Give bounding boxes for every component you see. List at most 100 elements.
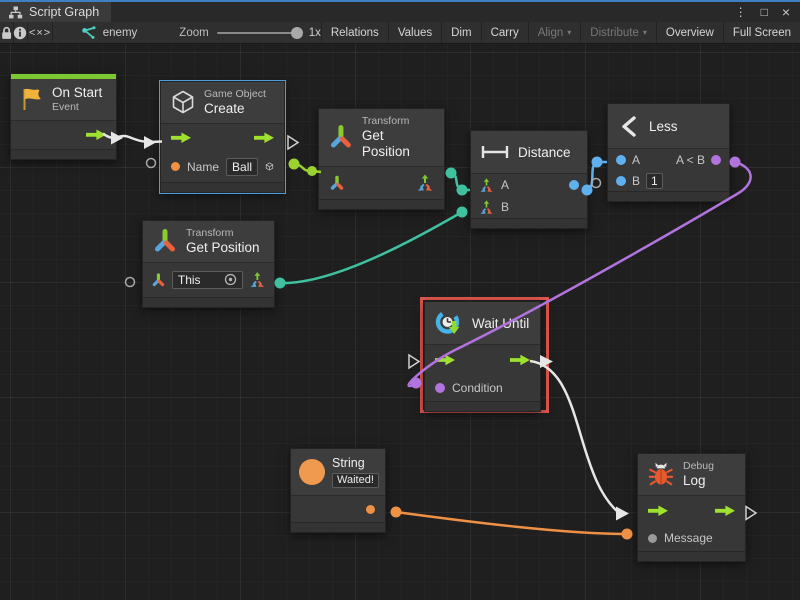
flow-input-port[interactable] [648, 505, 668, 517]
carry-button[interactable]: Carry [481, 22, 528, 43]
condition-input-port[interactable] [435, 383, 445, 393]
flow-input-port[interactable] [171, 132, 191, 144]
info-button[interactable] [13, 22, 27, 43]
flow-row [425, 345, 540, 375]
node-get-position-a[interactable]: Transform Get Position [318, 108, 445, 210]
transform-icon [152, 228, 178, 254]
flow-input-port[interactable] [435, 354, 455, 366]
graph-breadcrumb[interactable]: enemy [81, 22, 138, 43]
flow-output-port[interactable] [715, 505, 735, 517]
maximize-icon[interactable]: □ [761, 5, 768, 19]
wait-until-icon [434, 308, 464, 338]
graph-canvas[interactable]: On Start Event Game Object Create [0, 44, 800, 600]
unconnected-flow-marker[interactable] [288, 136, 298, 149]
wire-getpositionb-to-distance-b[interactable] [280, 212, 462, 283]
node-wait-until[interactable]: Wait Until Condition [424, 301, 541, 412]
node-header: Distance [471, 131, 587, 173]
result-output-port[interactable] [711, 155, 721, 165]
input-port-b[interactable] [616, 176, 626, 186]
position-output-port[interactable] [416, 174, 434, 192]
node-header: String Waited! [291, 449, 385, 495]
target-value: This [178, 273, 201, 287]
lock-icon [0, 26, 13, 40]
code-icon: <×> [29, 27, 51, 39]
message-input-port[interactable] [648, 534, 657, 543]
tab-script-graph[interactable]: Script Graph [0, 2, 111, 22]
node-get-position-b[interactable]: Transform Get Position This [142, 220, 275, 308]
values-button[interactable]: Values [388, 22, 441, 43]
vector-input-port-b[interactable] [479, 200, 494, 215]
node-on-start[interactable]: On Start Event [10, 73, 117, 160]
port-label: Condition [452, 381, 503, 395]
wire-string-to-debuglog-message[interactable] [396, 512, 627, 534]
unconnected-input-marker[interactable] [126, 278, 135, 287]
flow-output-port[interactable] [510, 354, 530, 366]
unconnected-flow-marker[interactable] [746, 507, 756, 520]
code-view-button[interactable]: <×> [28, 22, 53, 43]
port-label: A [632, 153, 640, 167]
flow-row [638, 496, 745, 526]
vector-input-port-a[interactable] [479, 178, 494, 193]
relations-button[interactable]: Relations [321, 22, 388, 43]
game-object-output-port[interactable] [265, 159, 274, 174]
close-icon[interactable]: × [782, 4, 790, 20]
port-label: Message [664, 531, 713, 545]
flow-output-port[interactable] [254, 132, 274, 144]
distance-output-port[interactable] [569, 180, 579, 190]
input-port-a[interactable] [616, 155, 626, 165]
node-string[interactable]: String Waited! [290, 448, 386, 533]
node-create[interactable]: Game Object Create Name Ball [160, 81, 285, 193]
value-row: B [471, 196, 587, 218]
zoom-slider[interactable] [217, 32, 301, 34]
string-output-port[interactable] [366, 505, 375, 514]
transform-input-port[interactable] [151, 272, 166, 288]
name-input-port[interactable] [171, 162, 180, 171]
string-value-field[interactable]: Waited! [332, 473, 379, 488]
flow-output-port[interactable] [86, 129, 106, 141]
lock-button[interactable] [0, 22, 13, 43]
unconnected-input-marker[interactable] [147, 159, 156, 168]
position-output-port[interactable] [249, 271, 266, 289]
wire-arrowhead [144, 136, 156, 149]
target-value-field[interactable]: This [172, 271, 243, 289]
node-footer [161, 182, 284, 192]
transform-input-port[interactable] [329, 175, 345, 191]
wire-getpositiona-to-distance-a[interactable] [451, 173, 470, 190]
less-than-icon [617, 114, 641, 138]
info-icon [13, 26, 27, 40]
script-graph-asset-icon [81, 25, 97, 40]
zoom-slider-handle[interactable] [291, 27, 303, 39]
value-row: B 1 [608, 170, 729, 191]
wire-endpoint [457, 207, 468, 218]
wire-endpoint [289, 159, 300, 170]
align-dropdown[interactable]: Align▾ [528, 22, 581, 43]
object-picker-icon[interactable] [224, 273, 237, 286]
wire-distance-to-less-a[interactable] [587, 162, 607, 190]
menu-icon[interactable]: ⋮ [735, 5, 747, 19]
wire-create-to-getposition[interactable] [294, 164, 321, 172]
node-distance[interactable]: Distance A [470, 130, 588, 229]
unconnected-input-marker[interactable] [592, 179, 601, 188]
wire-arrowhead [616, 507, 629, 521]
unconnected-flow-marker[interactable] [409, 355, 419, 368]
tab-title: Script Graph [29, 5, 99, 19]
b-value-field[interactable]: 1 [646, 173, 663, 189]
wire-endpoint [622, 529, 633, 540]
node-header: Less [608, 104, 729, 148]
node-category: Debug [683, 460, 714, 473]
graph-name-label: enemy [103, 27, 138, 39]
node-footer [143, 297, 274, 307]
value-row: Message [638, 526, 745, 551]
name-value-field[interactable]: Ball [226, 158, 258, 176]
overview-button[interactable]: Overview [656, 22, 723, 43]
value-row [291, 496, 385, 522]
node-footer [319, 199, 444, 209]
value-row: Name Ball [161, 152, 284, 182]
full-screen-button[interactable]: Full Screen [723, 22, 800, 43]
dim-button[interactable]: Dim [441, 22, 480, 43]
node-footer [291, 522, 385, 532]
node-footer [471, 218, 587, 228]
node-debug-log[interactable]: Debug Log Message [637, 453, 746, 562]
distribute-dropdown[interactable]: Distribute▾ [580, 22, 656, 43]
node-less[interactable]: Less A A < B B 1 [607, 103, 730, 202]
